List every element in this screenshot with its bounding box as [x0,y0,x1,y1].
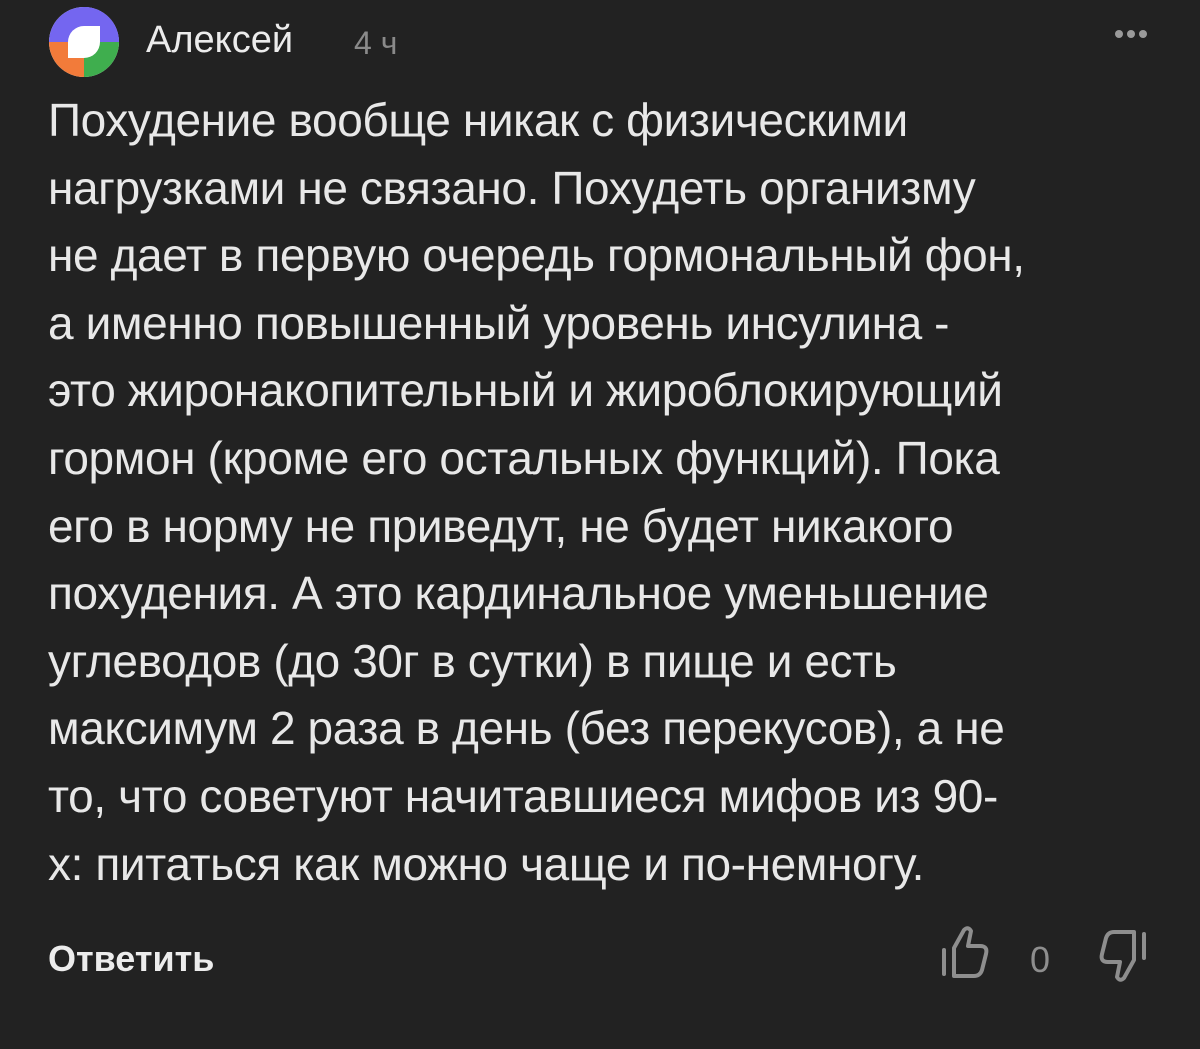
thumbs-down-icon[interactable] [1090,922,1152,986]
rating-count: 0 [1030,939,1051,980]
comment-text-line: гормон (кроме его остальных функций). По… [48,431,1000,484]
avatar-icon[interactable] [48,6,120,78]
comment-card: Алексей 4 ч Похудение вообще никак с физ… [0,0,1200,1049]
thumbs-up-icon[interactable] [936,922,996,986]
comment-text-line: углеводов (до 30г в сутки) в пище и есть [48,634,897,687]
comment-text-line: это жиронакопительный и жироблокирующий [48,364,1003,417]
comment-text: Похудение вообще никак с физическими нагр… [48,87,1158,898]
reply-button[interactable]: Ответить [48,934,214,984]
comment-text-line: то, что советуют начитавшиеся мифов из 9… [48,769,998,822]
comment-text-line: похудения. А это кардинальное уменьшение [48,567,989,620]
more-dots-icon[interactable] [1106,10,1156,60]
comment-text-line: х: питаться как можно чаще и по-немногу. [48,837,924,890]
comment-text-line: нагрузками не связано. Похудеть организм… [48,161,976,214]
comment-text-line: а именно повышенный уровень инсулина - [48,296,950,349]
comment-timestamp: 4 ч [354,25,398,61]
comment-text-line: не дает в первую очередь гормональный фо… [48,229,1025,282]
comment-text-line: максимум 2 раза в день (без перекусов), … [48,702,1005,755]
comment-text-line: Похудение вообще никак с физическими [48,94,908,146]
author-name[interactable]: Алексей [146,14,293,66]
comment-text-line: его в норму не приведут, не будет никако… [48,499,954,552]
